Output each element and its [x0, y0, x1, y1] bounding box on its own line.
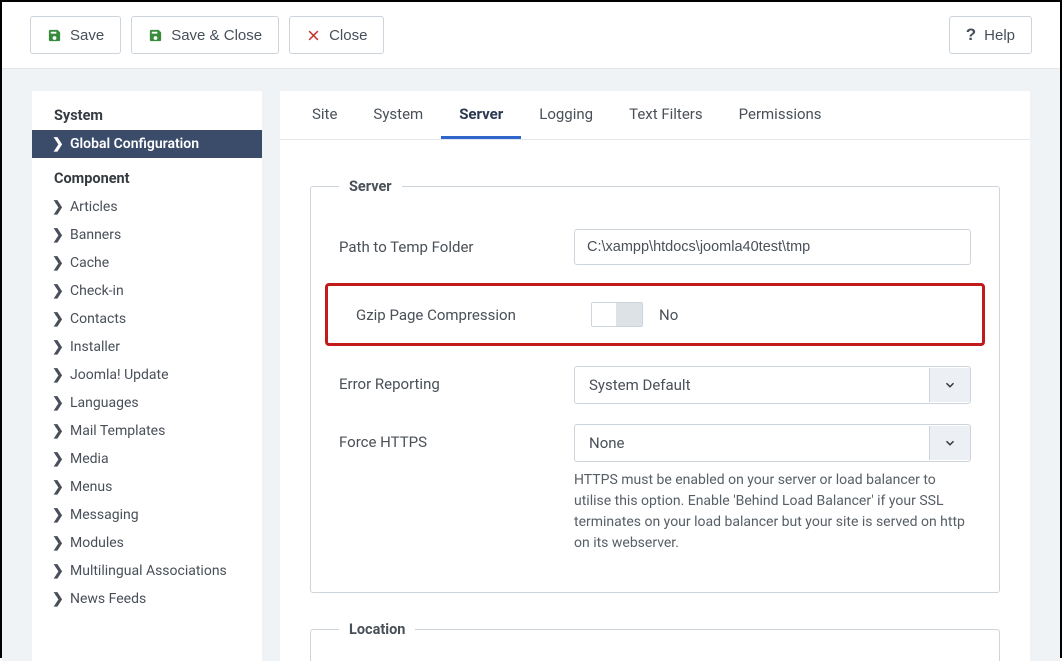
sidebar: System ❯ Global Configuration Component … [32, 91, 262, 661]
row-path-to-temp: Path to Temp Folder [311, 219, 999, 275]
sidebar-item-label: Contacts [70, 311, 126, 327]
sidebar-item-joomla-update[interactable]: ❯ Joomla! Update [32, 361, 262, 389]
sidebar-item-banners[interactable]: ❯ Banners [32, 221, 262, 249]
sidebar-item-label: News Feeds [70, 591, 146, 607]
chevron-right-icon: ❯ [52, 451, 62, 467]
save-icon [47, 28, 62, 43]
row-gzip-compression-highlighted: Gzip Page Compression No [325, 283, 985, 346]
sidebar-item-mail-templates[interactable]: ❯ Mail Templates [32, 417, 262, 445]
sidebar-item-news-feeds[interactable]: ❯ News Feeds [32, 585, 262, 613]
chevron-right-icon: ❯ [52, 199, 62, 215]
toolbar: Save Save & Close Close ? Help [2, 2, 1060, 69]
chevron-right-icon: ❯ [52, 136, 62, 152]
help-label: Help [984, 27, 1015, 44]
label-path: Path to Temp Folder [339, 229, 574, 256]
close-label: Close [329, 27, 367, 44]
chevron-right-icon: ❯ [52, 227, 62, 243]
label-error-reporting: Error Reporting [339, 366, 574, 393]
tab-logging[interactable]: Logging [521, 91, 611, 139]
error-reporting-select[interactable]: System Default [574, 366, 971, 404]
chevron-down-icon [929, 426, 970, 460]
sidebar-item-label: Modules [70, 535, 124, 551]
server-panel: Server Path to Temp Folder Gzip Page Com… [310, 178, 1000, 593]
path-to-temp-input[interactable] [574, 229, 971, 265]
force-https-select[interactable]: None [574, 424, 971, 462]
sidebar-item-label: Global Configuration [70, 136, 199, 152]
sidebar-item-installer[interactable]: ❯ Installer [32, 333, 262, 361]
chevron-right-icon: ❯ [52, 535, 62, 551]
save-label: Save [70, 27, 104, 44]
chevron-down-icon [929, 368, 970, 402]
sidebar-item-menus[interactable]: ❯ Menus [32, 473, 262, 501]
sidebar-group-system: System [32, 107, 262, 130]
row-force-https: Force HTTPS None HTTPS must be enabled o… [311, 414, 999, 564]
close-button[interactable]: Close [289, 16, 384, 54]
sidebar-item-label: Cache [70, 255, 109, 271]
chevron-right-icon: ❯ [52, 339, 62, 355]
sidebar-group-component: Component [32, 158, 262, 193]
label-gzip: Gzip Page Compression [356, 306, 591, 324]
chevron-right-icon: ❯ [52, 367, 62, 383]
save-close-label: Save & Close [171, 27, 262, 44]
sidebar-item-label: Media [70, 451, 109, 467]
sidebar-item-global-configuration[interactable]: ❯ Global Configuration [32, 130, 262, 158]
panel-legend: Server [339, 178, 402, 195]
save-close-button[interactable]: Save & Close [131, 16, 279, 54]
sidebar-item-multilingual-associations[interactable]: ❯ Multilingual Associations [32, 557, 262, 585]
location-panel: Location [310, 621, 1000, 661]
select-value: None [575, 425, 639, 461]
sidebar-item-articles[interactable]: ❯ Articles [32, 193, 262, 221]
help-icon: ? [966, 25, 976, 45]
chevron-right-icon: ❯ [52, 311, 62, 327]
chevron-right-icon: ❯ [52, 255, 62, 271]
sidebar-item-check-in[interactable]: ❯ Check-in [32, 277, 262, 305]
help-button[interactable]: ? Help [949, 16, 1032, 54]
tab-text-filters[interactable]: Text Filters [611, 91, 721, 139]
gzip-toggle[interactable]: No [591, 302, 954, 327]
chevron-right-icon: ❯ [52, 507, 62, 523]
switch-value-label: No [659, 306, 678, 324]
row-error-reporting: Error Reporting System Default [311, 356, 999, 414]
tab-site[interactable]: Site [294, 91, 355, 139]
tab-server[interactable]: Server [441, 91, 521, 139]
save-button[interactable]: Save [30, 16, 121, 54]
label-force-https: Force HTTPS [339, 424, 574, 451]
chevron-right-icon: ❯ [52, 479, 62, 495]
sidebar-item-label: Articles [70, 199, 118, 215]
sidebar-item-label: Multilingual Associations [70, 563, 227, 579]
sidebar-item-label: Joomla! Update [70, 367, 169, 383]
sidebar-item-label: Mail Templates [70, 423, 165, 439]
panel-legend: Location [339, 621, 415, 638]
sidebar-item-languages[interactable]: ❯ Languages [32, 389, 262, 417]
switch-track [591, 302, 643, 327]
chevron-right-icon: ❯ [52, 591, 62, 607]
tab-permissions[interactable]: Permissions [721, 91, 840, 139]
switch-knob [616, 303, 642, 326]
sidebar-item-messaging[interactable]: ❯ Messaging [32, 501, 262, 529]
select-value: System Default [575, 367, 704, 403]
sidebar-item-media[interactable]: ❯ Media [32, 445, 262, 473]
sidebar-item-modules[interactable]: ❯ Modules [32, 529, 262, 557]
tab-system[interactable]: System [355, 91, 441, 139]
sidebar-item-label: Check-in [70, 283, 124, 299]
force-https-help-text: HTTPS must be enabled on your server or … [574, 470, 971, 554]
sidebar-item-cache[interactable]: ❯ Cache [32, 249, 262, 277]
chevron-right-icon: ❯ [52, 283, 62, 299]
chevron-right-icon: ❯ [52, 563, 62, 579]
chevron-right-icon: ❯ [52, 395, 62, 411]
sidebar-item-label: Languages [70, 395, 139, 411]
save-icon [148, 28, 163, 43]
sidebar-item-contacts[interactable]: ❯ Contacts [32, 305, 262, 333]
chevron-right-icon: ❯ [52, 423, 62, 439]
sidebar-item-label: Messaging [70, 507, 139, 523]
content-area: SiteSystemServerLoggingText FiltersPermi… [280, 91, 1030, 661]
tabs: SiteSystemServerLoggingText FiltersPermi… [280, 91, 1030, 140]
close-icon [306, 28, 321, 43]
sidebar-item-label: Banners [70, 227, 121, 243]
sidebar-item-label: Installer [70, 339, 120, 355]
sidebar-item-label: Menus [70, 479, 112, 495]
